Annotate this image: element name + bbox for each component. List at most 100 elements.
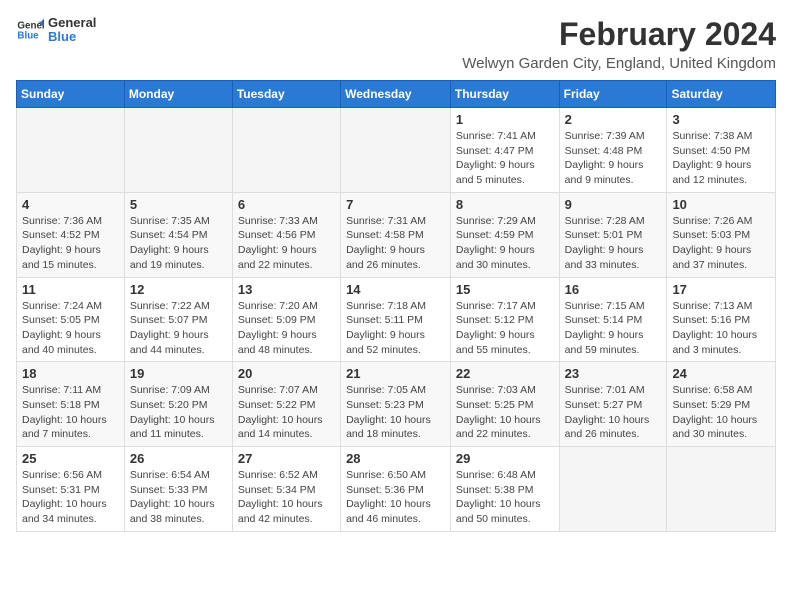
day-info: Sunrise: 6:48 AM Sunset: 5:38 PM Dayligh… [456, 468, 554, 527]
weekday-header: Saturday [667, 81, 776, 108]
weekday-header: Monday [124, 81, 232, 108]
calendar-week-row: 11 Sunrise: 7:24 AM Sunset: 5:05 PM Dayli… [17, 277, 776, 362]
day-number: 24 [672, 366, 770, 381]
calendar-cell [17, 108, 125, 193]
calendar-cell: 6Sunrise: 7:33 AM Sunset: 4:56 PM Daylig… [232, 192, 340, 277]
day-info: Sunrise: 6:54 AM Sunset: 5:33 PM Dayligh… [130, 468, 227, 527]
calendar-week-row: 25 Sunrise: 6:56 AM Sunset: 5:31 PM Dayli… [17, 447, 776, 532]
day-number: 21 [346, 366, 445, 381]
calendar-cell: 1 Sunrise: 7:41 AM Sunset: 4:47 PM Daylig… [450, 108, 559, 193]
day-info: Sunrise: 7:09 AM Sunset: 5:20 PM Dayligh… [130, 383, 227, 442]
day-number: 8 [456, 197, 554, 212]
day-info: Sunrise: 7:41 AM Sunset: 4:47 PM Dayligh… [456, 129, 554, 188]
calendar-cell: 26 Sunrise: 6:54 AM Sunset: 5:33 PM Dayli… [124, 447, 232, 532]
day-number: 7 [346, 197, 445, 212]
day-info: Sunrise: 7:28 AM Sunset: 5:01 PM Dayligh… [565, 214, 662, 273]
weekday-header: Tuesday [232, 81, 340, 108]
day-number: 26 [130, 451, 227, 466]
calendar-cell: 24 Sunrise: 6:58 AM Sunset: 5:29 PM Dayli… [667, 362, 776, 447]
logo: General Blue General Blue [16, 16, 96, 45]
day-info: Sunrise: 7:29 AM Sunset: 4:59 PM Dayligh… [456, 214, 554, 273]
calendar-cell: 2Sunrise: 7:39 AM Sunset: 4:48 PM Daylig… [559, 108, 667, 193]
calendar-cell: 15 Sunrise: 7:17 AM Sunset: 5:12 PM Dayli… [450, 277, 559, 362]
day-number: 15 [456, 282, 554, 297]
day-number: 18 [22, 366, 119, 381]
calendar-cell: 10 Sunrise: 7:26 AM Sunset: 5:03 PM Dayli… [667, 192, 776, 277]
day-info: Sunrise: 7:20 AM Sunset: 5:09 PM Dayligh… [238, 299, 335, 358]
day-number: 10 [672, 197, 770, 212]
day-info: Sunrise: 7:05 AM Sunset: 5:23 PM Dayligh… [346, 383, 445, 442]
calendar-cell: 9Sunrise: 7:28 AM Sunset: 5:01 PM Daylig… [559, 192, 667, 277]
calendar-table: SundayMondayTuesdayWednesdayThursdayFrid… [16, 80, 776, 532]
day-number: 17 [672, 282, 770, 297]
day-number: 1 [456, 112, 554, 127]
day-number: 19 [130, 366, 227, 381]
day-number: 22 [456, 366, 554, 381]
calendar-cell: 17 Sunrise: 7:13 AM Sunset: 5:16 PM Dayli… [667, 277, 776, 362]
day-info: Sunrise: 7:11 AM Sunset: 5:18 PM Dayligh… [22, 383, 119, 442]
calendar-cell: 28Sunrise: 6:50 AM Sunset: 5:36 PM Dayli… [341, 447, 451, 532]
day-number: 29 [456, 451, 554, 466]
calendar-cell [124, 108, 232, 193]
day-info: Sunrise: 7:17 AM Sunset: 5:12 PM Dayligh… [456, 299, 554, 358]
calendar-cell: 20 Sunrise: 7:07 AM Sunset: 5:22 PM Dayli… [232, 362, 340, 447]
calendar-cell: 13 Sunrise: 7:20 AM Sunset: 5:09 PM Dayli… [232, 277, 340, 362]
day-info: Sunrise: 7:26 AM Sunset: 5:03 PM Dayligh… [672, 214, 770, 273]
day-number: 2 [565, 112, 662, 127]
day-number: 23 [565, 366, 662, 381]
calendar-cell: 3 Sunrise: 7:38 AM Sunset: 4:50 PM Daylig… [667, 108, 776, 193]
calendar-cell [341, 108, 451, 193]
day-number: 16 [565, 282, 662, 297]
day-info: Sunrise: 6:50 AM Sunset: 5:36 PM Dayligh… [346, 468, 445, 527]
calendar-cell: 7 Sunrise: 7:31 AM Sunset: 4:58 PM Daylig… [341, 192, 451, 277]
page-header: General Blue General Blue February 2024 … [16, 16, 776, 72]
day-info: Sunrise: 7:38 AM Sunset: 4:50 PM Dayligh… [672, 129, 770, 188]
calendar-cell: 8 Sunrise: 7:29 AM Sunset: 4:59 PM Daylig… [450, 192, 559, 277]
day-number: 27 [238, 451, 335, 466]
calendar-cell: 22 Sunrise: 7:03 AM Sunset: 5:25 PM Dayli… [450, 362, 559, 447]
title-section: February 2024 Welwyn Garden City, Englan… [462, 16, 776, 72]
calendar-cell: 25 Sunrise: 6:56 AM Sunset: 5:31 PM Dayli… [17, 447, 125, 532]
day-info: Sunrise: 7:36 AM Sunset: 4:52 PM Dayligh… [22, 214, 119, 273]
day-info: Sunrise: 7:35 AM Sunset: 4:54 PM Dayligh… [130, 214, 227, 273]
calendar-cell: 5 Sunrise: 7:35 AM Sunset: 4:54 PM Daylig… [124, 192, 232, 277]
day-info: Sunrise: 7:13 AM Sunset: 5:16 PM Dayligh… [672, 299, 770, 358]
day-number: 11 [22, 282, 119, 297]
day-info: Sunrise: 7:31 AM Sunset: 4:58 PM Dayligh… [346, 214, 445, 273]
logo-blue: Blue [48, 30, 96, 44]
calendar-cell: 21 Sunrise: 7:05 AM Sunset: 5:23 PM Dayli… [341, 362, 451, 447]
calendar-cell: 4Sunrise: 7:36 AM Sunset: 4:52 PM Daylig… [17, 192, 125, 277]
day-info: Sunrise: 6:56 AM Sunset: 5:31 PM Dayligh… [22, 468, 119, 527]
calendar-cell: 12 Sunrise: 7:22 AM Sunset: 5:07 PM Dayli… [124, 277, 232, 362]
calendar-cell: 19 Sunrise: 7:09 AM Sunset: 5:20 PM Dayli… [124, 362, 232, 447]
day-number: 14 [346, 282, 445, 297]
calendar-cell: 16 Sunrise: 7:15 AM Sunset: 5:14 PM Dayli… [559, 277, 667, 362]
day-info: Sunrise: 6:52 AM Sunset: 5:34 PM Dayligh… [238, 468, 335, 527]
calendar-cell: 14 Sunrise: 7:18 AM Sunset: 5:11 PM Dayli… [341, 277, 451, 362]
weekday-header: Wednesday [341, 81, 451, 108]
day-number: 13 [238, 282, 335, 297]
day-info: Sunrise: 7:15 AM Sunset: 5:14 PM Dayligh… [565, 299, 662, 358]
day-number: 12 [130, 282, 227, 297]
calendar-cell [232, 108, 340, 193]
day-info: Sunrise: 7:03 AM Sunset: 5:25 PM Dayligh… [456, 383, 554, 442]
svg-text:Blue: Blue [17, 31, 39, 42]
day-info: Sunrise: 7:18 AM Sunset: 5:11 PM Dayligh… [346, 299, 445, 358]
day-info: Sunrise: 6:58 AM Sunset: 5:29 PM Dayligh… [672, 383, 770, 442]
day-info: Sunrise: 7:24 AM Sunset: 5:05 PM Dayligh… [22, 299, 119, 358]
day-info: Sunrise: 7:07 AM Sunset: 5:22 PM Dayligh… [238, 383, 335, 442]
calendar-subtitle: Welwyn Garden City, England, United King… [462, 55, 776, 72]
day-info: Sunrise: 7:22 AM Sunset: 5:07 PM Dayligh… [130, 299, 227, 358]
logo-icon: General Blue [16, 16, 44, 44]
calendar-cell: 27 Sunrise: 6:52 AM Sunset: 5:34 PM Dayli… [232, 447, 340, 532]
calendar-cell [559, 447, 667, 532]
calendar-cell: 23 Sunrise: 7:01 AM Sunset: 5:27 PM Dayli… [559, 362, 667, 447]
day-number: 3 [672, 112, 770, 127]
logo-general: General [48, 16, 96, 30]
day-number: 25 [22, 451, 119, 466]
day-info: Sunrise: 7:01 AM Sunset: 5:27 PM Dayligh… [565, 383, 662, 442]
day-number: 6 [238, 197, 335, 212]
day-number: 5 [130, 197, 227, 212]
day-number: 20 [238, 366, 335, 381]
weekday-header: Sunday [17, 81, 125, 108]
